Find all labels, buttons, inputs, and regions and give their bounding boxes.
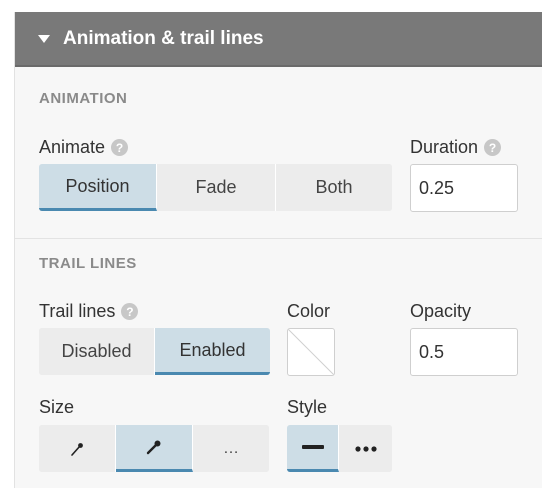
help-icon[interactable]: ?	[484, 139, 502, 156]
duration-input[interactable]	[410, 164, 518, 212]
help-icon[interactable]: ?	[121, 303, 139, 320]
duration-label: Duration	[410, 137, 479, 157]
help-icon[interactable]: ?	[111, 139, 129, 156]
trail-option-disabled[interactable]: Disabled	[39, 328, 155, 375]
style-option-solid[interactable]	[287, 425, 339, 472]
size-label: Size	[39, 397, 75, 417]
trail-lines-segmented-control: Disabled Enabled	[39, 328, 270, 375]
animate-option-both[interactable]: Both	[276, 164, 392, 211]
animation-section: ANIMATION Animate ? Position Fade Both D…	[15, 67, 542, 238]
size-option-more[interactable]: …	[193, 425, 269, 472]
caret-down-icon[interactable]	[38, 34, 50, 43]
trail-lines-section: TRAIL LINES Trail lines ? Disabled Enabl…	[15, 239, 542, 488]
style-label: Style	[287, 397, 328, 417]
opacity-label: Opacity	[410, 301, 472, 321]
trail-lines-label-row: Trail lines ?	[39, 301, 139, 322]
panel-header[interactable]: Animation & trail lines	[15, 12, 542, 67]
duration-label-row: Duration ?	[410, 137, 502, 158]
size-option-large[interactable]	[116, 425, 193, 472]
panel-title: Animation & trail lines	[63, 27, 264, 49]
no-color-slash-icon	[288, 329, 334, 375]
size-segmented-control: …	[39, 425, 269, 472]
animate-label: Animate	[39, 137, 106, 157]
dotted-line-icon	[354, 445, 377, 452]
style-segmented-control	[287, 425, 392, 472]
animate-option-fade[interactable]: Fade	[157, 164, 276, 211]
opacity-input[interactable]	[410, 328, 518, 376]
color-swatch[interactable]	[287, 328, 335, 376]
size-option-small[interactable]	[39, 425, 116, 472]
animation-heading: ANIMATION	[39, 90, 128, 107]
animate-segmented-control: Position Fade Both	[39, 164, 392, 211]
top-gap	[0, 0, 542, 12]
solid-line-icon	[301, 445, 324, 449]
small-pin-icon	[71, 442, 83, 456]
large-pin-icon	[146, 440, 161, 455]
settings-panel: Animation & trail lines ANIMATION Animat…	[0, 0, 542, 488]
trail-option-enabled[interactable]: Enabled	[155, 328, 270, 375]
color-label: Color	[287, 301, 331, 321]
trail-lines-label: Trail lines	[39, 301, 116, 321]
animate-option-position[interactable]: Position	[39, 164, 157, 211]
trail-lines-heading: TRAIL LINES	[39, 255, 137, 272]
style-option-dotted[interactable]	[339, 425, 392, 472]
animate-label-row: Animate ?	[39, 137, 129, 158]
